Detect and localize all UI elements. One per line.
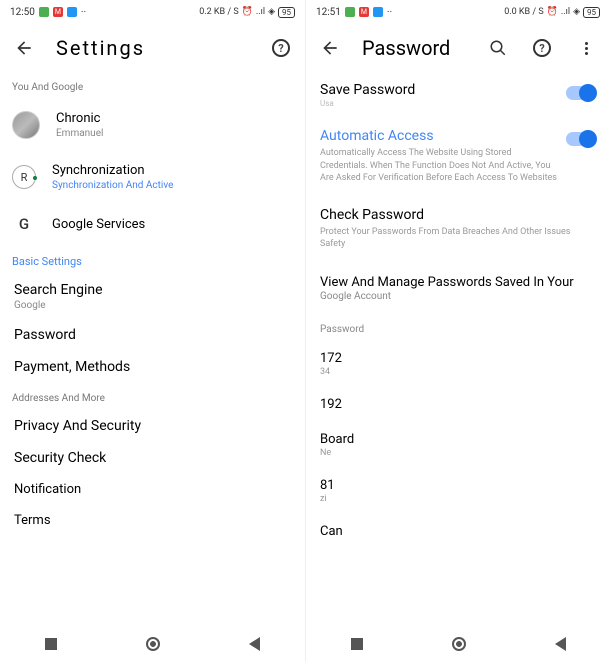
nav-bar bbox=[0, 626, 305, 662]
profile-user: Emmanuel bbox=[56, 128, 293, 139]
recents-button[interactable] bbox=[45, 638, 57, 650]
check-password-title: Check Password bbox=[320, 207, 596, 223]
sync-title: Synchronization bbox=[52, 163, 293, 178]
automatic-access-row[interactable]: Automatic Access Automatically Access Th… bbox=[306, 118, 610, 195]
google-services-label: Google Services bbox=[52, 217, 145, 232]
notification-row[interactable]: Notification bbox=[0, 474, 305, 505]
whatsapp-icon bbox=[345, 7, 355, 17]
privacy-row[interactable]: Privacy And Security bbox=[0, 410, 305, 442]
whatsapp-icon bbox=[39, 7, 49, 17]
sync-icon: R bbox=[12, 165, 36, 189]
settings-list[interactable]: You And Google Chronic Emmanuel R Synchr… bbox=[0, 72, 305, 626]
alarm-icon: ⏰ bbox=[547, 7, 558, 17]
gmail-icon: M bbox=[53, 7, 63, 17]
signal-icon: ..ıl bbox=[561, 7, 570, 17]
battery-icon: 95 bbox=[278, 7, 295, 18]
search-engine-value: Google bbox=[14, 300, 291, 311]
password-item[interactable]: 172 34 bbox=[306, 341, 610, 387]
more-indicator: ·· bbox=[81, 7, 86, 18]
battery-icon: 95 bbox=[583, 7, 600, 18]
save-password-toggle[interactable] bbox=[566, 86, 596, 100]
gmail-icon: M bbox=[359, 7, 369, 17]
signal-icon: ..ıl bbox=[256, 7, 265, 17]
home-button[interactable] bbox=[146, 637, 160, 651]
password-row[interactable]: Password bbox=[0, 319, 305, 351]
automatic-access-toggle[interactable] bbox=[566, 132, 596, 146]
privacy-label: Privacy And Security bbox=[14, 418, 291, 434]
automatic-access-title: Automatic Access bbox=[320, 128, 558, 144]
automatic-access-desc: Automatically Access The Website Using S… bbox=[320, 147, 558, 185]
payment-row[interactable]: Payment, Methods bbox=[0, 351, 305, 383]
help-button[interactable]: ? bbox=[530, 36, 554, 60]
password-label: Password bbox=[14, 327, 291, 343]
help-button[interactable]: ? bbox=[269, 36, 293, 60]
password-item[interactable]: Can bbox=[306, 514, 610, 539]
network-speed: 0.2 KB / S bbox=[199, 7, 239, 17]
clock: 12:51 bbox=[316, 7, 341, 18]
payment-label: Payment, Methods bbox=[14, 359, 291, 375]
password-item[interactable]: Board Ne bbox=[306, 422, 610, 468]
view-manage-sub: Google Account bbox=[306, 290, 610, 312]
profile-name: Chronic bbox=[56, 111, 293, 126]
terms-row[interactable]: Terms bbox=[0, 505, 305, 536]
view-manage-row[interactable]: View And Manage Passwords Saved In Your … bbox=[306, 263, 610, 312]
notification-label: Notification bbox=[14, 482, 291, 497]
check-password-row[interactable]: Check Password Protect Your Passwords Fr… bbox=[306, 195, 610, 263]
app-icon bbox=[373, 7, 383, 17]
app-bar: Settings ? bbox=[0, 24, 305, 72]
app-bar: Password ? bbox=[306, 24, 610, 72]
check-password-desc: Protect Your Passwords From Data Breache… bbox=[320, 226, 596, 251]
password-screen: 12:51 M ·· 0.0 KB / S ⏰ ..ıl ◈ 95 Passwo… bbox=[305, 0, 610, 662]
status-bar: 12:51 M ·· 0.0 KB / S ⏰ ..ıl ◈ 95 bbox=[306, 0, 610, 24]
back-nav-button[interactable] bbox=[249, 637, 260, 651]
google-services-row[interactable]: G Google Services bbox=[0, 203, 305, 245]
clock: 12:50 bbox=[10, 7, 35, 18]
back-button[interactable] bbox=[12, 36, 36, 60]
google-icon: G bbox=[12, 215, 36, 233]
sync-row[interactable]: R Synchronization Synchronization And Ac… bbox=[0, 151, 305, 203]
security-check-label: Security Check bbox=[14, 450, 291, 466]
recents-button[interactable] bbox=[351, 638, 363, 650]
nav-bar bbox=[306, 626, 610, 662]
search-engine-row[interactable]: Search Engine Google bbox=[0, 274, 305, 319]
wifi-icon: ◈ bbox=[268, 7, 275, 17]
view-manage-title: View And Manage Passwords Saved In Your bbox=[306, 263, 610, 290]
password-item[interactable]: 192 bbox=[306, 387, 610, 422]
more-button[interactable] bbox=[574, 36, 598, 60]
page-title: Password bbox=[362, 36, 466, 60]
profile-row[interactable]: Chronic Emmanuel bbox=[0, 99, 305, 151]
network-speed: 0.0 KB / S bbox=[504, 7, 544, 17]
addresses-row[interactable]: Addresses And More bbox=[0, 383, 305, 410]
settings-screen: 12:50 M ·· 0.2 KB / S ⏰ ..ıl ◈ 95 Settin… bbox=[0, 0, 305, 662]
back-nav-button[interactable] bbox=[555, 637, 566, 651]
search-engine-title: Search Engine bbox=[14, 282, 291, 298]
security-check-row[interactable]: Security Check bbox=[0, 442, 305, 474]
password-list-label: Password bbox=[306, 312, 610, 341]
status-bar: 12:50 M ·· 0.2 KB / S ⏰ ..ıl ◈ 95 bbox=[0, 0, 305, 24]
save-password-row[interactable]: Save Password Usa bbox=[306, 72, 610, 118]
section-basic: Basic Settings bbox=[0, 245, 305, 274]
avatar bbox=[12, 111, 40, 139]
app-icon bbox=[67, 7, 77, 17]
save-password-sub: Usa bbox=[320, 99, 558, 108]
wifi-icon: ◈ bbox=[573, 7, 580, 17]
page-title: Settings bbox=[56, 36, 249, 60]
sync-sub: Synchronization And Active bbox=[52, 180, 293, 191]
more-indicator: ·· bbox=[387, 7, 392, 18]
terms-label: Terms bbox=[14, 513, 291, 528]
section-you-google: You And Google bbox=[0, 72, 305, 99]
back-button[interactable] bbox=[318, 36, 342, 60]
home-button[interactable] bbox=[452, 637, 466, 651]
password-content[interactable]: Save Password Usa Automatic Access Autom… bbox=[306, 72, 610, 626]
password-item[interactable]: 81 zi bbox=[306, 468, 610, 514]
alarm-icon: ⏰ bbox=[242, 7, 253, 17]
save-password-title: Save Password bbox=[320, 82, 558, 98]
search-button[interactable] bbox=[486, 36, 510, 60]
